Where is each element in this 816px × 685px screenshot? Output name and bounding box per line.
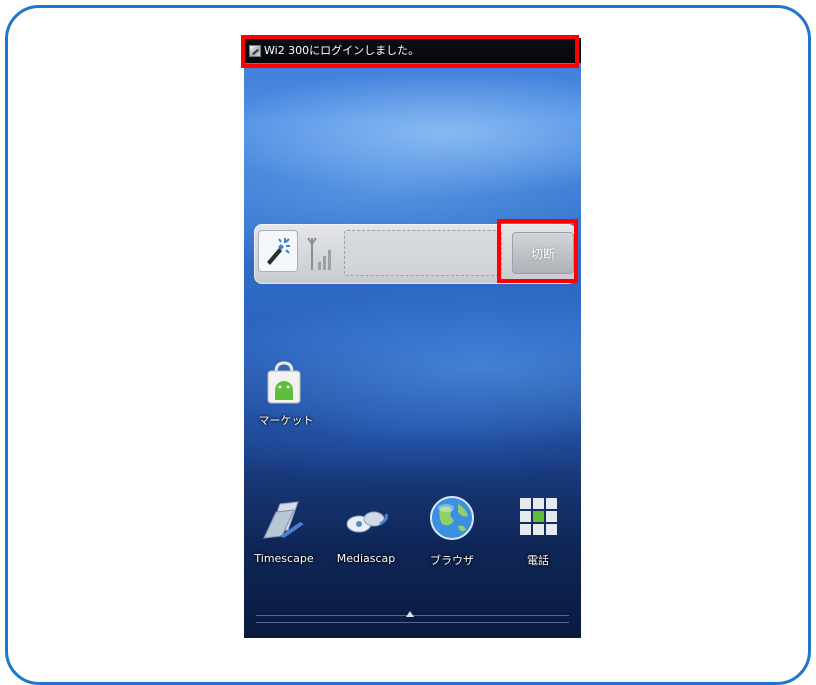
dock-item-mediascape[interactable]: Mediascap [326, 494, 406, 574]
dock-label-phone: 電話 [527, 554, 549, 567]
market-label: マーケット [258, 414, 314, 427]
notification-text: Wi2 300にログインしました。 [264, 44, 420, 57]
dock-label-browser: ブラウザ [430, 554, 474, 567]
status-slot [344, 230, 502, 276]
market-shortcut[interactable]: マーケット [254, 360, 318, 432]
mediascape-icon [342, 494, 390, 542]
disconnect-button[interactable]: 切断 [512, 232, 574, 274]
phone-screen: Wi2 300にログインしました。 切断 マーケット Timescape Med… [244, 38, 581, 638]
wi2-widget: 切断 [254, 224, 576, 284]
wifi-login-icon [249, 44, 261, 57]
market-bag-icon [262, 360, 306, 406]
timescape-icon [260, 494, 308, 542]
status-bar[interactable]: Wi2 300にログインしました。 [244, 38, 581, 63]
dock-label-mediascape: Mediascap [336, 552, 396, 565]
signal-strength-icon [306, 234, 336, 272]
wi2-connect-icon[interactable] [258, 230, 298, 272]
dock-item-phone[interactable]: 電話 [498, 494, 578, 574]
dock-item-browser[interactable]: ブラウザ [412, 494, 492, 574]
globe-icon [428, 494, 476, 542]
phone-keypad-icon [514, 494, 562, 542]
dock-label-timescape: Timescape [254, 552, 314, 565]
chevron-up-icon [406, 611, 414, 617]
drawer-line-bottom [256, 622, 569, 623]
app-drawer-handle[interactable] [256, 611, 569, 625]
dock-item-timescape[interactable]: Timescape [244, 494, 324, 574]
